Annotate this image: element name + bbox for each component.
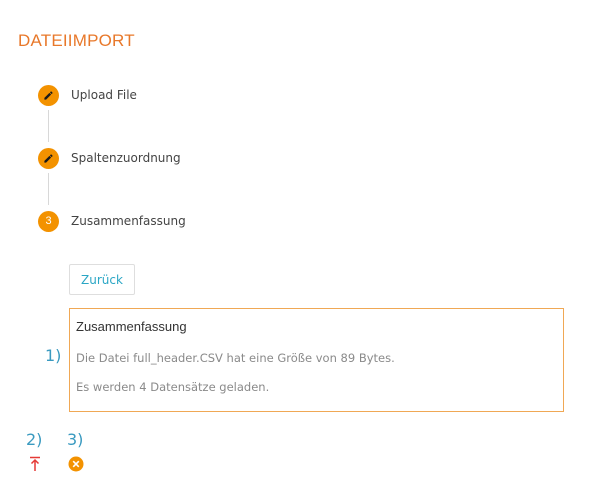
step-label: Upload File: [71, 88, 137, 102]
step-column-mapping[interactable]: Spaltenzuordnung: [38, 147, 181, 169]
pencil-icon: [38, 84, 59, 106]
step-connector: [48, 173, 49, 205]
step-summary[interactable]: 3 Zusammenfassung: [38, 210, 186, 232]
back-button[interactable]: Zurück: [69, 264, 135, 295]
summary-record-count: Es werden 4 Datensätze geladen.: [76, 380, 270, 394]
step-label: Zusammenfassung: [71, 214, 186, 228]
pencil-icon: [38, 147, 59, 169]
cancel-circle-icon[interactable]: [68, 456, 84, 477]
step-upload-file[interactable]: Upload File: [38, 84, 137, 106]
summary-panel: Zusammenfassung Die Datei full_header.CS…: [69, 308, 564, 412]
annotation-1: 1): [45, 346, 62, 365]
upload-arrow-icon[interactable]: [28, 456, 42, 477]
page-title: DATEIIMPORT: [18, 31, 135, 50]
annotation-3: 3): [67, 430, 84, 449]
step-connector: [48, 110, 49, 142]
summary-title: Zusammenfassung: [76, 319, 187, 334]
step-number-badge: 3: [38, 210, 59, 232]
summary-file-info: Die Datei full_header.CSV hat eine Größe…: [76, 351, 395, 365]
annotation-2: 2): [26, 430, 43, 449]
step-label: Spaltenzuordnung: [71, 151, 181, 165]
